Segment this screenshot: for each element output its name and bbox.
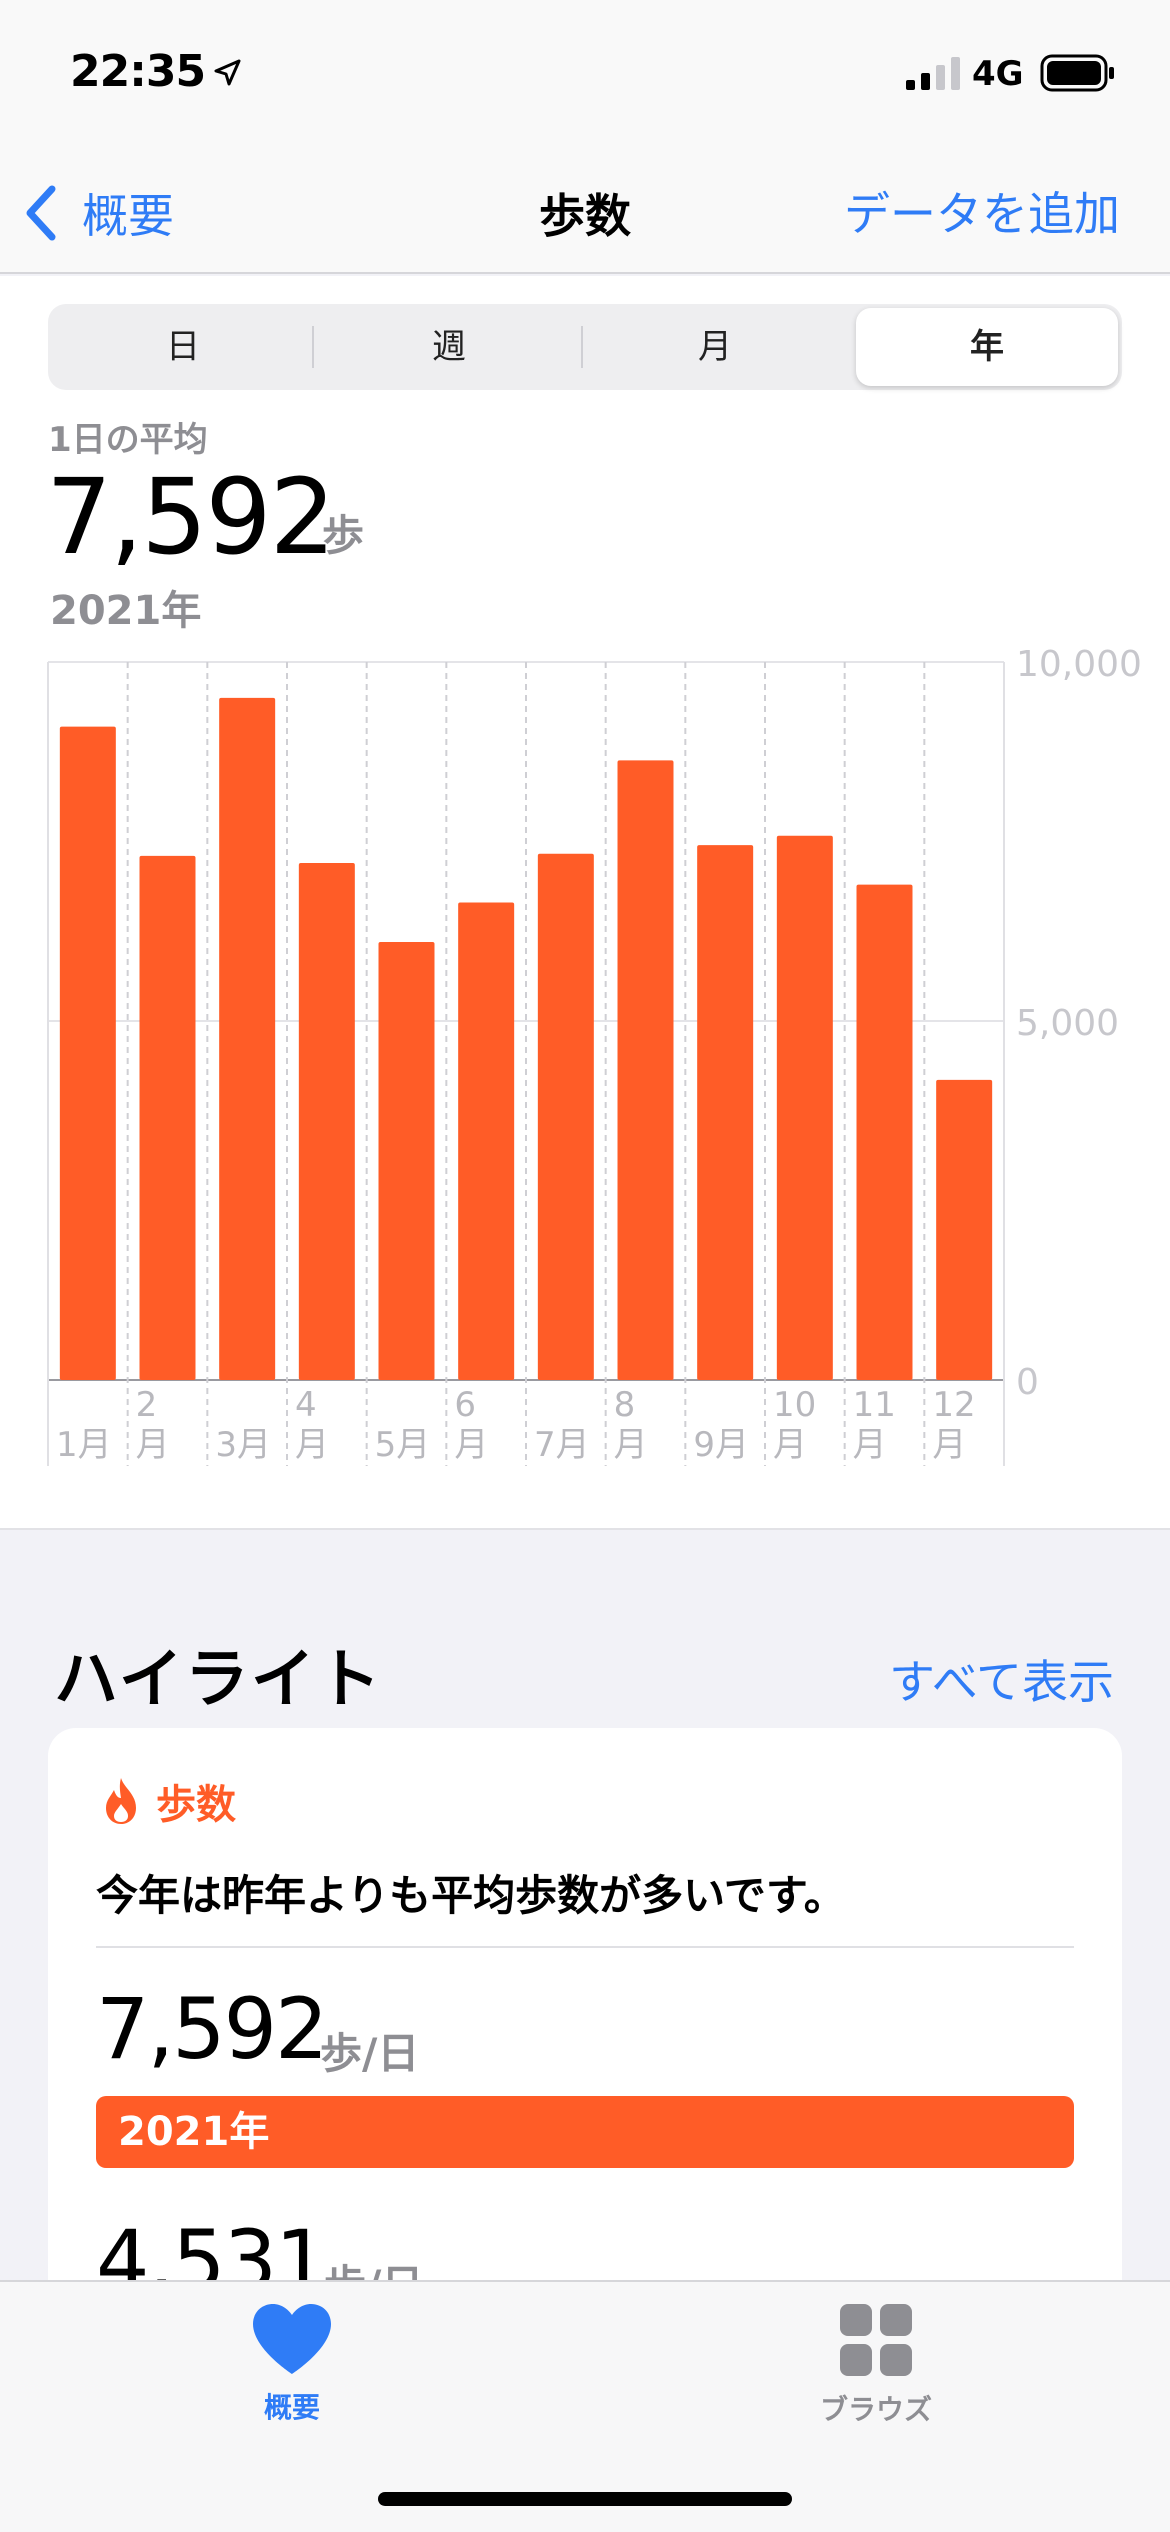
- x-tick-label: 月: [454, 1425, 488, 1465]
- steps-bar-chart[interactable]: 10,0005,00001月2月 3月4月 5月6月 7月8月 9月10月11月12月: [0, 646, 1170, 1486]
- x-tick-label: 月: [932, 1425, 966, 1465]
- bar-2月: [139, 855, 196, 1380]
- tab-summary-label: 概要: [263, 2391, 320, 2424]
- bar-12月: [936, 1079, 993, 1380]
- x-tick-label: 8: [614, 1385, 636, 1425]
- x-tick-label: 月: [614, 1425, 648, 1465]
- x-tick-label: 月: [853, 1425, 887, 1465]
- location-arrow-icon: [214, 59, 241, 86]
- y-tick-label: 10,000: [1016, 646, 1142, 685]
- x-tick-label: 4: [295, 1385, 317, 1425]
- status-bar: 22:35 4G: [0, 0, 1170, 150]
- bar-8月: [617, 760, 674, 1380]
- flame-icon: [106, 1778, 136, 1824]
- highlight-category: 歩数: [102, 1772, 236, 1830]
- tab-summary[interactable]: 概要: [172, 2302, 412, 2426]
- x-tick-label: 7月: [534, 1425, 590, 1465]
- x-tick-label: 月: [773, 1425, 807, 1465]
- x-tick-label: 2: [136, 1385, 158, 1425]
- current-year-unit: 歩/日: [320, 2029, 420, 2078]
- segment-month[interactable]: 月: [584, 308, 846, 386]
- x-tick-label: 月: [136, 1425, 170, 1465]
- navigation-bar: 概要 歩数 データを追加: [0, 150, 1170, 274]
- divider: [96, 1946, 1074, 1948]
- highlight-message: 今年は昨年よりも平均歩数が多いです。: [96, 1871, 846, 1920]
- average-label: 1日の平均: [48, 420, 208, 460]
- add-data-button[interactable]: データを追加: [844, 178, 1120, 244]
- x-tick-label: 11: [853, 1385, 896, 1425]
- bar-1月: [59, 726, 116, 1380]
- chart-panel: 日 週 月 年 1日の平均 7,592 歩 2021年 10,000 5,000 0…: [0, 276, 1170, 1530]
- x-tick-label: 月: [295, 1425, 329, 1465]
- bar-10月: [776, 835, 833, 1380]
- bar-9月: [697, 845, 754, 1380]
- x-tick-label: 6: [454, 1385, 476, 1425]
- segment-year[interactable]: 年: [856, 308, 1118, 386]
- grid-icon: [840, 2304, 912, 2376]
- y-tick-label: 5,000: [1016, 1003, 1119, 1044]
- x-tick-label: 1月: [56, 1425, 112, 1465]
- x-tick-label: 5月: [375, 1425, 431, 1465]
- average-unit: 歩: [322, 511, 365, 560]
- battery-icon: [1040, 54, 1114, 92]
- highlight-category-label: 歩数: [156, 1782, 236, 1828]
- tab-browse[interactable]: ブラウズ: [756, 2302, 996, 2428]
- highlights-title: ハイライト: [54, 1643, 383, 1717]
- heart-icon: [253, 2304, 331, 2374]
- bar-3月: [219, 697, 276, 1380]
- current-year-bar: 2021年: [96, 2096, 1074, 2168]
- period-label: 2021年: [50, 588, 202, 634]
- x-tick-label: 3月: [215, 1425, 271, 1465]
- bar-11月: [856, 884, 913, 1380]
- bar-4月: [298, 863, 355, 1380]
- status-time: 22:35: [70, 46, 206, 97]
- average-value: 7,592: [46, 456, 336, 578]
- tab-browse-label: ブラウズ: [819, 2393, 932, 2426]
- cellular-signal-icon: [906, 57, 960, 90]
- segment-day[interactable]: 日: [52, 308, 314, 386]
- home-indicator: [378, 2492, 792, 2506]
- network-type: 4G: [972, 54, 1024, 94]
- period-segmented-control: 日 週 月 年: [48, 304, 1122, 390]
- x-tick-label: 9月: [693, 1425, 749, 1465]
- x-tick-label: 10: [773, 1385, 816, 1425]
- bar-5月: [378, 942, 435, 1380]
- segment-divider: [581, 326, 583, 368]
- bar-7月: [537, 853, 594, 1380]
- y-tick-label: 0: [1016, 1362, 1039, 1403]
- show-all-button[interactable]: すべて表示: [889, 1646, 1114, 1712]
- x-tick-label: 12: [932, 1385, 975, 1425]
- segment-week[interactable]: 週: [318, 308, 580, 386]
- bar-6月: [458, 902, 515, 1380]
- current-year-value: 7,592: [96, 1980, 328, 2078]
- segment-divider: [312, 326, 314, 368]
